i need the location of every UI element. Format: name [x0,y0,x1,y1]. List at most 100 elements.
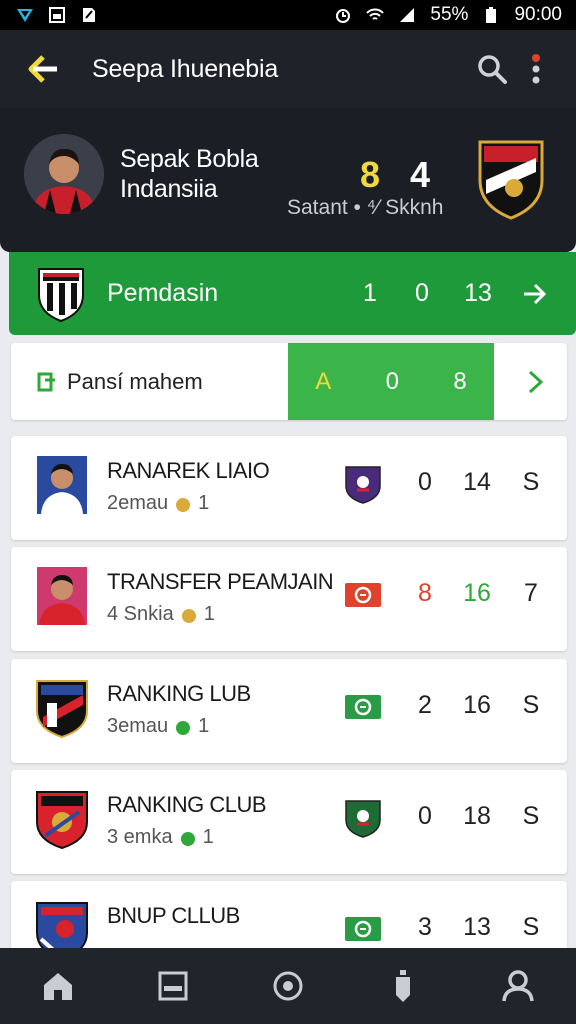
profile-icon [502,970,535,1002]
player-avatar [24,134,104,214]
pansi-value-2: 0 [385,367,399,395]
app-logo-icon [17,9,33,22]
list-item-subtitle: 3 emka 1 [107,826,214,849]
list-icon [158,971,188,1001]
list-item-sub-count: 1 [198,492,210,514]
list-item-stat-1: 0 [418,468,432,496]
match-name-line2: Indansiia [120,175,218,203]
list-item-stat-2: 16 [463,691,491,719]
wifi-icon [366,8,385,20]
back-arrow-icon [28,55,57,83]
list-item-sub-count: 1 [203,603,215,625]
list-item-stat-2: 14 [463,468,491,496]
more-button[interactable] [514,47,558,91]
list-item[interactable]: RANKING CLUB 3 emka 1 0 18 S [11,770,567,874]
list-item-subtitle: 2emau 1 [107,492,209,515]
list-item-stat-1: 2 [418,691,432,719]
list-item[interactable]: RANAREK LIAIO 2emau 1 0 14 S [11,436,567,540]
home-icon [43,973,72,1000]
list-item-stat-1: 3 [418,913,432,941]
status-badge-icon [345,583,381,607]
status-badge-icon [345,800,381,838]
list-item-subtitle: 4 Snkia 1 [107,603,215,626]
pansi-stats: A 0 8 [288,343,494,420]
app-bar: Seepa Ihuenebia [0,30,576,108]
player-photo-icon [24,134,104,214]
pansi-label: Pansí mahem [67,368,203,394]
list-item-title: RANAREK LIAIO [107,458,270,483]
score-home: 8 [360,154,381,195]
club-thumb-icon [37,567,87,625]
status-badge-icon [345,466,381,504]
medal-icon [176,720,191,735]
nav-bottle[interactable] [373,956,433,1016]
list-item-stat-1: 0 [418,802,432,830]
list-item-title: BNUP CLLUB [107,903,240,928]
medal-icon [180,831,195,846]
battery-icon [486,7,497,23]
status-badge-icon [345,917,381,941]
list-item-stat-2: 18 [463,802,491,830]
list-item-sub-text: 4 Snkia [107,603,174,625]
list-item-stat-3: S [522,802,540,830]
back-button[interactable] [22,47,66,91]
battery-level: 55% [430,4,469,25]
list-item-sub-text: 3emau [107,715,169,737]
photo-icon [49,7,65,23]
bottom-nav [0,948,576,1024]
alarm-icon [336,9,351,23]
list-item-sub-text: 2emau [107,492,169,514]
nav-profile[interactable] [488,956,548,1016]
signal-icon [400,8,415,22]
match-subtitle: Satant • ⁴⁄ Skknh [287,196,444,219]
status-bar: 55% 90:00 [0,0,576,30]
nav-list[interactable] [143,956,203,1016]
status-badge-icon [345,695,381,719]
sim-icon [83,8,95,22]
list-item-stat-1: 8 [418,579,432,607]
pansi-row[interactable]: Pansí mahem A 0 8 [11,343,567,420]
arrow-right-icon [524,283,547,304]
highlight-value-2: 0 [415,279,429,307]
medal-icon [176,497,191,512]
club-thumb-icon [36,680,88,739]
search-icon [478,55,507,84]
medal-icon [181,608,196,623]
club-crest-icon [38,267,84,322]
highlight-label: Pemdasin [107,279,219,307]
highlight-value-1: 1 [363,279,377,307]
record-icon [273,971,303,1001]
nav-home[interactable] [28,956,88,1016]
match-header[interactable]: Sepak Bobla Indansiia 8 4 Satant • ⁴⁄ Sk… [0,108,576,252]
score-away: 4 [410,154,431,195]
pansi-value-3: 8 [453,367,467,395]
more-vert-icon [532,54,540,84]
list-item-subtitle: 3emau 1 [107,715,209,738]
list-item[interactable]: TRANSFER PEAMJAIN 4 Snkia 1 8 16 7 [11,547,567,651]
highlight-row[interactable]: Pemdasin 1 0 13 [9,252,576,335]
list-item-stat-2: 16 [463,579,491,607]
nav-record[interactable] [258,956,318,1016]
club-crest-icon [478,140,544,220]
list-item-sub-text: 3 emka [107,826,173,848]
match-name-line1: Sepak Bobla [120,145,259,173]
match-name: Sepak Bobla Indansiia [120,144,259,204]
highlight-value-3: 13 [464,279,492,307]
copy-icon [37,372,55,391]
club-thumb-icon [37,456,87,514]
list-item-stat-2: 13 [463,913,491,941]
pansi-value-1: A [315,367,332,395]
list-item-title: RANKING LUB [107,681,251,706]
club-thumb-icon [36,791,88,850]
search-button[interactable] [470,47,514,91]
list-item-stat-3: S [522,468,540,496]
list-item-stat-3: S [522,691,540,719]
list-item-title: TRANSFER PEAMJAIN [107,569,334,594]
app-title: Seepa Ihuenebia [92,54,279,83]
list-item-sub-count: 1 [202,826,214,848]
list-item-stat-3: S [522,913,540,941]
list-item-sub-count: 1 [198,715,210,737]
list-item-title: RANKING CLUB [107,792,267,817]
list-item[interactable]: RANKING LUB 3emau 1 2 16 S [11,659,567,763]
list-item-stat-3: 7 [524,579,538,607]
